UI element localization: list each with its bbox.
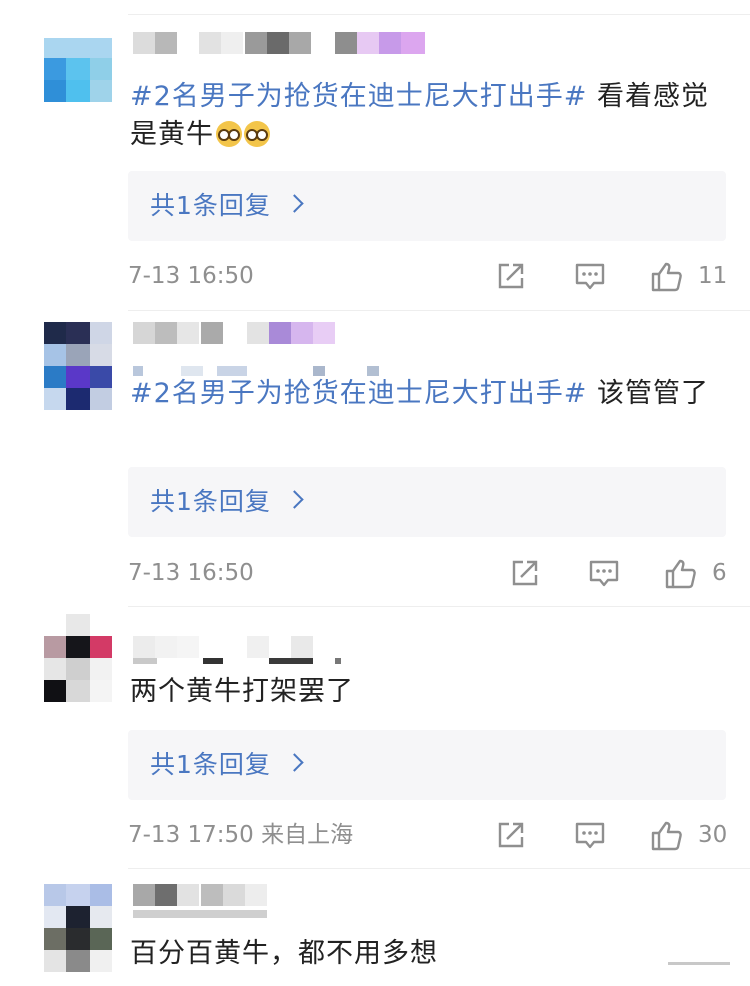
share-icon[interactable] (496, 820, 526, 850)
share-icon[interactable] (496, 261, 526, 291)
like-count: 11 (698, 263, 728, 289)
username[interactable] (133, 32, 433, 54)
share-icon[interactable] (510, 558, 540, 588)
timestamp: 7-13 16:50 (128, 560, 254, 586)
like-count: 6 (712, 560, 727, 586)
username-tail (133, 910, 273, 918)
username[interactable] (133, 636, 353, 658)
topic-link[interactable]: #2名男子为抢货在迪士尼大打出手# (130, 81, 587, 112)
watermark-logo (668, 938, 734, 972)
comment-body: 两个黄牛打架罢了 (130, 676, 354, 707)
comment-body: 该管管了 (587, 378, 710, 409)
avatar[interactable] (44, 38, 112, 126)
chevron-right-icon (285, 490, 304, 509)
reply-expand-button[interactable]: 共1条回复 (128, 730, 726, 800)
timestamp: 7-13 17:50 来自上海 (128, 822, 354, 848)
thumbs-up-icon[interactable] (650, 820, 684, 852)
avatar[interactable] (44, 614, 112, 702)
comment-meta: 7-13 16:50 6 (128, 556, 728, 590)
topic-link[interactable]: #2名男子为抢货在迪士尼大打出手# (130, 378, 587, 409)
eyes-emoji-icon (244, 121, 270, 147)
reply-count-label: 共1条回复 (150, 750, 271, 779)
avatar[interactable] (44, 884, 112, 974)
chevron-right-icon (285, 753, 304, 772)
username[interactable] (133, 322, 353, 344)
chevron-right-icon (285, 194, 304, 213)
comment-icon[interactable] (588, 558, 620, 588)
thumbs-up-icon[interactable] (650, 261, 684, 293)
comment-text: 两个黄牛打架罢了 (130, 673, 730, 711)
comment-text: 百分百黄牛，都不用多想 (130, 935, 730, 973)
divider (128, 606, 750, 607)
thumbs-up-icon[interactable] (664, 558, 698, 590)
username[interactable] (133, 884, 273, 906)
reply-count-label: 共1条回复 (150, 191, 271, 220)
comment-text: #2名男子为抢货在迪士尼大打出手# 该管管了 (130, 375, 730, 413)
eyes-emoji-icon (216, 121, 242, 147)
comment-meta: 7-13 17:50 来自上海 30 (128, 818, 728, 852)
reply-expand-button[interactable]: 共1条回复 (128, 171, 726, 241)
reply-expand-button[interactable]: 共1条回复 (128, 467, 726, 537)
comment-icon[interactable] (574, 261, 606, 291)
comment-icon[interactable] (574, 820, 606, 850)
avatar[interactable] (44, 322, 112, 410)
username-tail (133, 658, 353, 664)
like-count: 30 (698, 822, 728, 848)
comment-text: #2名男子为抢货在迪士尼大打出手# 看着感觉是黄牛 (130, 78, 730, 154)
timestamp: 7-13 16:50 (128, 263, 254, 289)
reply-count-label: 共1条回复 (150, 487, 271, 516)
comment-meta: 7-13 16:50 11 (128, 259, 728, 293)
divider (128, 14, 750, 15)
divider (128, 868, 750, 869)
divider (128, 310, 750, 311)
comment-body: 百分百黄牛，都不用多想 (130, 938, 438, 969)
